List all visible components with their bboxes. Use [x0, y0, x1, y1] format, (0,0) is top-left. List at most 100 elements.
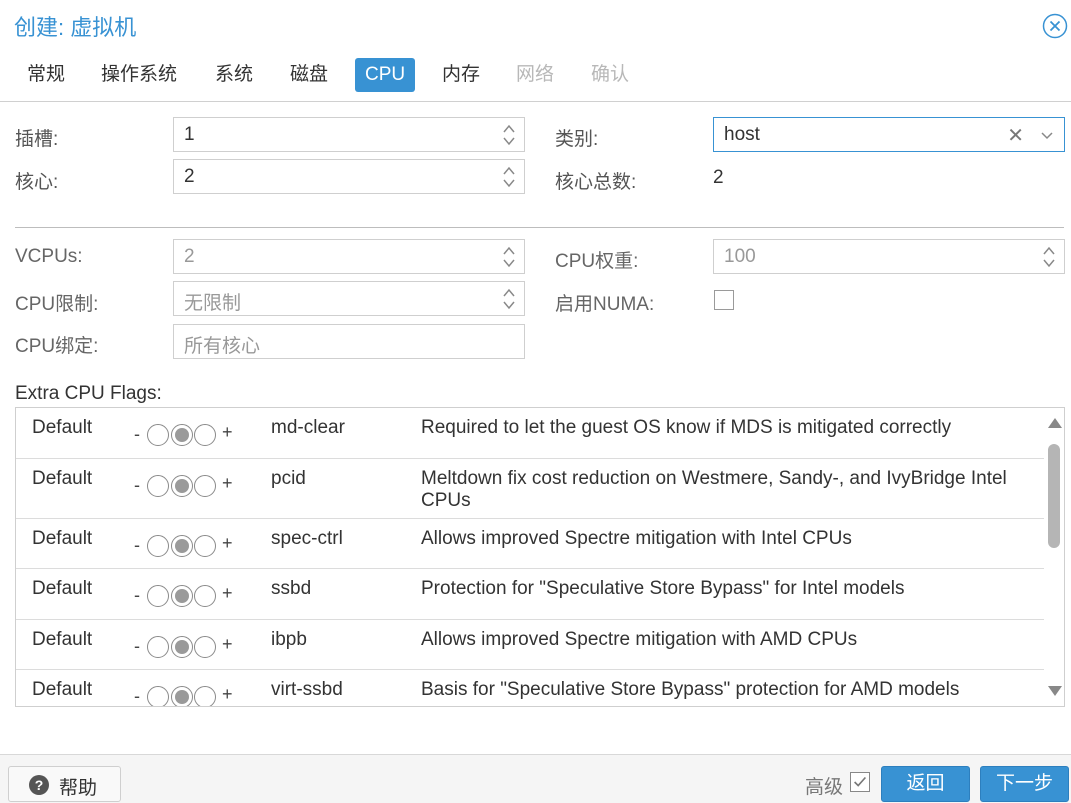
sockets-stepper[interactable]: 1: [173, 117, 525, 152]
plus-sign: +: [222, 473, 233, 493]
table-row: Default - + virt-ssbd Basis for "Specula…: [16, 670, 1044, 706]
cpu-limit-placeholder: 无限制: [184, 293, 242, 314]
cpu-affinity-input[interactable]: 所有核心: [173, 324, 525, 359]
flag-description: Basis for "Speculative Store Bypass" pro…: [421, 679, 960, 700]
minus-sign: -: [134, 535, 140, 555]
cpu-limit-stepper[interactable]: 无限制: [173, 281, 525, 316]
dialog-title: 创建: 虚拟机: [14, 15, 137, 40]
cores-label: 核心:: [15, 172, 59, 193]
minus-sign: -: [134, 475, 140, 495]
flag-default-radio[interactable]: [171, 535, 193, 557]
spinner-icon[interactable]: [1042, 244, 1056, 270]
tab-bar: 常规 操作系统 系统 磁盘 CPU 内存 网络 确认: [0, 58, 1071, 94]
spinner-icon[interactable]: [502, 164, 516, 190]
flag-on-radio[interactable]: [194, 535, 216, 557]
cpu-units-stepper[interactable]: 100: [713, 239, 1065, 274]
cores-stepper[interactable]: 2: [173, 159, 525, 194]
flag-default-radio[interactable]: [171, 585, 193, 607]
flag-description: Allows improved Spectre mitigation with …: [421, 629, 858, 650]
chevron-down-icon[interactable]: [1040, 128, 1054, 142]
dialog-titlebar: 创建: 虚拟机: [0, 0, 1071, 52]
plus-sign: +: [222, 583, 233, 603]
dialog-footer: ? 帮助 高级 返回 下一步: [0, 754, 1071, 803]
minus-sign: -: [134, 424, 140, 444]
plus-sign: +: [222, 422, 233, 442]
numa-label: 启用NUMA:: [555, 294, 655, 315]
cpu-type-combo[interactable]: host ✕: [713, 117, 1065, 152]
flags-section-label: Extra CPU Flags:: [15, 383, 162, 404]
advanced-checkbox[interactable]: [850, 772, 870, 792]
advanced-label: 高级: [805, 777, 844, 798]
flag-off-radio[interactable]: [147, 585, 169, 607]
flag-description: Meltdown fix cost reduction on Westmere,…: [421, 468, 1007, 511]
grid-scrollbar[interactable]: [1044, 408, 1064, 706]
question-icon: ?: [29, 775, 49, 795]
flag-on-radio[interactable]: [194, 585, 216, 607]
flag-state: Default: [32, 629, 93, 650]
cpu-flags-grid: Default - + md-clear Required to let the…: [15, 407, 1065, 707]
cores-value: 2: [184, 166, 195, 187]
scroll-up-icon[interactable]: [1048, 418, 1062, 428]
help-button[interactable]: ? 帮助: [8, 766, 121, 802]
tabs-divider: [0, 101, 1071, 102]
flag-name: pcid: [271, 468, 306, 489]
flag-description: Protection for "Speculative Store Bypass…: [421, 578, 905, 599]
flag-state: Default: [32, 417, 93, 438]
plus-sign: +: [222, 684, 233, 704]
flag-off-radio[interactable]: [147, 686, 169, 706]
flag-default-radio[interactable]: [171, 686, 193, 706]
scroll-down-icon[interactable]: [1048, 686, 1062, 696]
flag-description: Allows improved Spectre mitigation with …: [421, 528, 852, 549]
flag-default-radio[interactable]: [171, 424, 193, 446]
cpu-units-value: 100: [724, 246, 756, 267]
tab-confirm: 确认: [591, 64, 630, 85]
section-divider: [15, 227, 1064, 228]
flag-default-radio[interactable]: [171, 636, 193, 658]
close-icon[interactable]: [1042, 13, 1068, 39]
next-button[interactable]: 下一步: [980, 766, 1069, 802]
flag-on-radio[interactable]: [194, 424, 216, 446]
tab-memory[interactable]: 内存: [432, 58, 490, 92]
total-cores-label: 核心总数:: [555, 172, 637, 193]
spinner-icon[interactable]: [502, 244, 516, 270]
vcpus-stepper[interactable]: 2: [173, 239, 525, 274]
tab-general[interactable]: 常规: [17, 58, 75, 92]
flag-off-radio[interactable]: [147, 535, 169, 557]
table-row: Default - + ssbd Protection for "Specula…: [16, 569, 1044, 620]
plus-sign: +: [222, 634, 233, 654]
flag-state: Default: [32, 528, 93, 549]
tab-network: 网络: [516, 64, 555, 85]
total-cores-value: 2: [713, 167, 724, 188]
flag-name: virt-ssbd: [271, 679, 343, 700]
sockets-label: 插槽:: [15, 129, 59, 150]
minus-sign: -: [134, 636, 140, 656]
clear-icon[interactable]: ✕: [1007, 123, 1024, 148]
spinner-icon[interactable]: [502, 286, 516, 312]
flag-on-radio[interactable]: [194, 475, 216, 497]
tab-system[interactable]: 系统: [205, 58, 263, 92]
back-button[interactable]: 返回: [881, 766, 970, 802]
sockets-value: 1: [184, 124, 195, 145]
scroll-thumb[interactable]: [1048, 444, 1060, 548]
flag-off-radio[interactable]: [147, 475, 169, 497]
tab-cpu[interactable]: CPU: [355, 58, 415, 92]
flag-on-radio[interactable]: [194, 636, 216, 658]
table-row: Default - + ibpb Allows improved Spectre…: [16, 620, 1044, 670]
plus-sign: +: [222, 533, 233, 553]
flag-state: Default: [32, 468, 93, 489]
tab-os[interactable]: 操作系统: [91, 58, 187, 92]
cpu-affinity-placeholder: 所有核心: [184, 336, 261, 357]
flag-off-radio[interactable]: [147, 636, 169, 658]
flag-off-radio[interactable]: [147, 424, 169, 446]
minus-sign: -: [134, 585, 140, 605]
flag-description: Required to let the guest OS know if MDS…: [421, 417, 952, 438]
table-row: Default - + spec-ctrl Allows improved Sp…: [16, 519, 1044, 569]
tab-disk[interactable]: 磁盘: [280, 58, 338, 92]
cpu-units-label: CPU权重:: [555, 251, 639, 272]
flag-default-radio[interactable]: [171, 475, 193, 497]
flag-state: Default: [32, 679, 93, 700]
spinner-icon[interactable]: [502, 122, 516, 148]
flag-on-radio[interactable]: [194, 686, 216, 706]
numa-checkbox[interactable]: [714, 290, 734, 310]
help-label: 帮助: [59, 778, 98, 799]
